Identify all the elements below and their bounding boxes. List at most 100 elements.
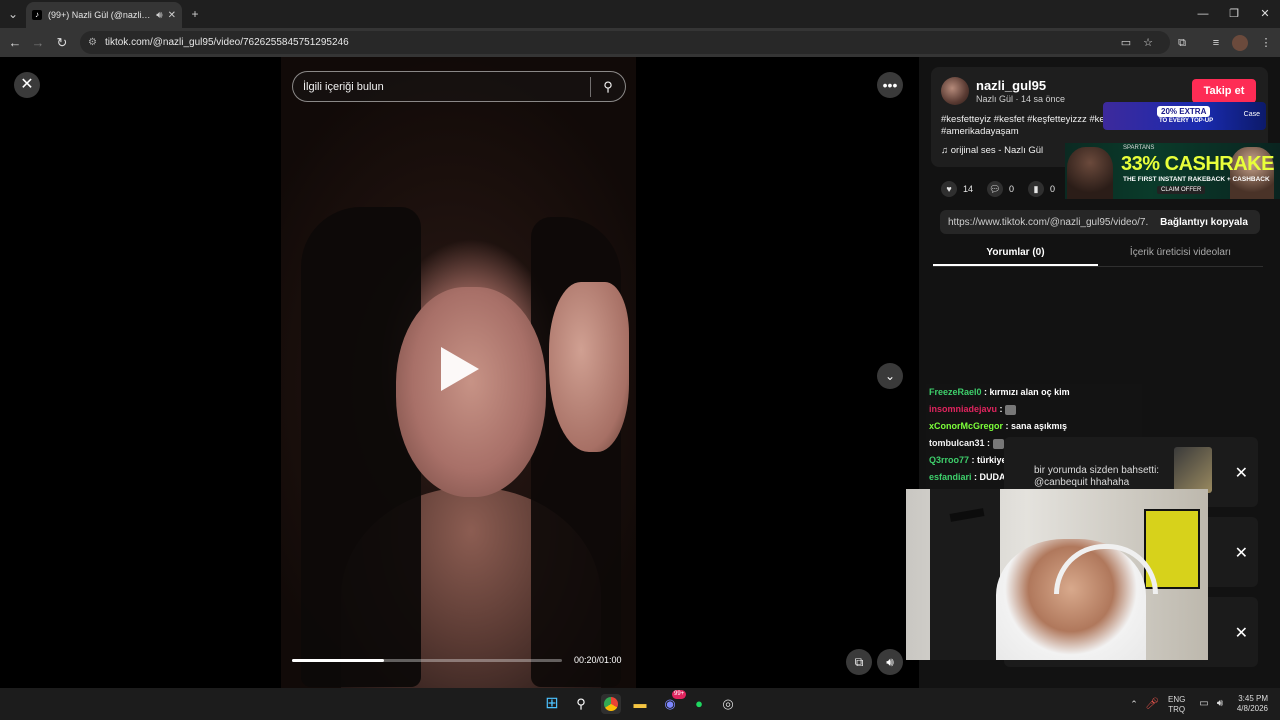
chat-username: xConorMcGregor (929, 421, 1004, 431)
play-icon[interactable] (441, 347, 479, 391)
app-icon[interactable]: ◎ (718, 694, 738, 714)
tab-title: (99+) Nazli Gül (@nazli_gul95 (48, 10, 152, 20)
music-row[interactable]: ♫ orijinal ses - Nazlı Gül (941, 145, 1043, 156)
discord-badge: 99+ (672, 690, 687, 699)
ad2-button[interactable]: CLAIM OFFER (1157, 186, 1206, 194)
chat-emote-icon (992, 438, 1004, 449)
tiktok-favicon-icon: ♪ (32, 10, 42, 20)
browser-toolbar: ← → ↻ ⚙︎ tiktok.com/@nazli_gul95/video/7… (0, 28, 1280, 57)
file-explorer-icon[interactable]: ▬ (630, 694, 650, 714)
ad2-headline: 33% CASHRAKE (1121, 153, 1274, 175)
tab-creator-videos[interactable]: İçerik üreticisi videoları (1098, 243, 1263, 266)
chat-message: FreezeRael0 : kırmızı alan oç kim (926, 384, 1142, 401)
new-tab-icon[interactable]: + (186, 5, 204, 23)
language-indicator[interactable]: ENG TRQ (1168, 695, 1185, 715)
microphone-icon[interactable]: 🎤︎ (1142, 694, 1162, 714)
search-bar[interactable]: İlgili içeriği bulun ⚲ (292, 71, 626, 102)
bookmark-star-icon[interactable]: ☆ (1140, 35, 1156, 51)
tab-close-icon[interactable]: ✕ (168, 10, 176, 21)
url-text: tiktok.com/@nazli_gul95/video/7626255845… (104, 37, 349, 48)
chat-username: esfandiari (929, 472, 972, 482)
windows-start-icon[interactable]: ⊞ (542, 694, 562, 714)
notification-line-2: @canbequit hhahaha (1034, 477, 1130, 488)
ad-banner-case[interactable]: 20% EXTRA TO EVERY TOP-UP Case (1103, 102, 1266, 130)
minimize-icon[interactable]: — (1188, 4, 1218, 24)
reload-icon[interactable]: ↻ (52, 33, 72, 53)
clock[interactable]: 3:45 PM 4/8/2026 (1230, 694, 1268, 714)
ad2-subline: THE FIRST INSTANT RAKEBACK + CASHBACK (1123, 176, 1270, 183)
browser-tab[interactable]: ♪ (99+) Nazli Gül (@nazli_gul95 🔊︎ ✕ (26, 2, 182, 28)
chat-username: Q3rroo77 (929, 455, 970, 465)
address-bar[interactable]: ⚙︎ tiktok.com/@nazli_gul95/video/7626255… (80, 31, 1170, 54)
close-video-button[interactable]: ✕ (14, 72, 40, 98)
progress-fill (292, 659, 384, 662)
volume-icon[interactable]: 🔊︎ (877, 649, 903, 675)
search-input[interactable]: İlgili içeriği bulun (303, 81, 590, 93)
search-icon[interactable]: ⚲ (591, 79, 625, 95)
bookmark-icon[interactable]: ▮ (1028, 181, 1045, 197)
forward-icon[interactable]: → (28, 33, 48, 53)
notification-line-1: bir yorumda sizden bahsetti: (1034, 465, 1160, 476)
chat-username: tombulcan31 (929, 438, 985, 448)
language-1: ENG (1168, 695, 1186, 704)
comment-stat[interactable]: 💬︎ 0 (987, 181, 1014, 197)
restore-icon[interactable]: ❐ (1219, 4, 1249, 24)
speaker-icon[interactable]: 🔊︎ (156, 10, 162, 21)
video-progress-bar[interactable] (292, 659, 562, 662)
post-subline: Nazlı Gül · 14 sa önce (976, 94, 1066, 104)
ad1-sub: TO EVERY TOP-UP (1159, 118, 1214, 124)
tab-comments[interactable]: Yorumlar (0) (933, 243, 1098, 266)
discord-icon[interactable]: ◉ 99+ (660, 690, 687, 714)
comment-count: 0 (1009, 184, 1015, 194)
clock-date: 4/8/2026 (1236, 704, 1268, 713)
chat-text: : (984, 438, 993, 448)
volume-icon[interactable]: 🔊︎ (1210, 694, 1230, 714)
notification-close-icon[interactable]: ✕ (1235, 623, 1248, 643)
ad-banner-spartans[interactable]: SPARTANS 33% CASHRAKE THE FIRST INSTANT … (1065, 143, 1280, 199)
comment-icon[interactable]: 💬︎ (987, 181, 1004, 197)
heart-icon[interactable]: ♥ (941, 181, 957, 197)
notification-thumbnail (1174, 447, 1212, 493)
username[interactable]: nazli_gul95 (976, 78, 1046, 93)
tab-search-icon[interactable]: ⌄ (4, 5, 22, 23)
more-options-icon[interactable]: ••• (877, 72, 903, 98)
chevron-down-icon[interactable]: ⌄ (877, 363, 903, 389)
chat-emote-icon (1005, 404, 1017, 415)
language-2: TRQ (1168, 705, 1186, 714)
video-frame-hair (301, 207, 421, 687)
music-label: orijinal ses - Nazlı Gül (950, 145, 1044, 156)
site-info-icon[interactable]: ⚙︎ (88, 37, 97, 48)
avatar[interactable] (941, 77, 969, 105)
window-close-icon[interactable]: ✕ (1250, 4, 1280, 24)
notification-close-icon[interactable]: ✕ (1235, 543, 1248, 563)
like-stat[interactable]: ♥ 14 (941, 181, 973, 197)
save-stat[interactable]: ▮ 0 (1028, 181, 1055, 197)
profile-avatar[interactable] (1232, 35, 1248, 51)
tray-chevron-icon[interactable]: ⌃ (1124, 694, 1144, 714)
menu-icon[interactable]: ⋮ (1258, 35, 1274, 51)
video-link[interactable]: https://www.tiktok.com/@nazli_gul95/vide… (940, 217, 1148, 228)
copy-link-button[interactable]: Bağlantıyı kopyala (1148, 217, 1260, 228)
chat-text: : kırmızı alan oç kim (981, 387, 1070, 397)
search-icon[interactable]: ⚲ (571, 694, 591, 714)
chat-text: : sana aşıkmış (1003, 421, 1068, 431)
stats-row: ♥ 14 💬︎ 0 ▮ 0 (941, 181, 1069, 197)
spotify-icon[interactable]: ● (689, 694, 709, 714)
media-icon[interactable]: ≡ (1208, 35, 1224, 51)
ad2-person-left (1067, 147, 1113, 199)
ad2-brand: SPARTANS (1123, 145, 1155, 151)
notification-close-icon[interactable]: ✕ (1235, 463, 1248, 483)
follow-button[interactable]: Takip et (1192, 79, 1256, 103)
webcam-overlay (906, 489, 1208, 660)
cast-icon[interactable]: ▭ (1118, 35, 1134, 51)
pip-icon[interactable]: ⧉ (846, 649, 872, 675)
extensions-icon[interactable]: ⧉ (1174, 35, 1190, 51)
notification-text: bir yorumda sizden bahsetti: @canbequit … (1034, 465, 1159, 489)
chrome-icon[interactable] (601, 694, 621, 714)
chat-message: xConorMcGregor : sana aşıkmış (926, 418, 1142, 435)
back-icon[interactable]: ← (5, 33, 25, 53)
chat-text: : (997, 404, 1006, 414)
video-player[interactable] (281, 57, 636, 688)
chat-username: insomniadejavu (929, 404, 998, 414)
music-note-icon: ♫ (941, 145, 951, 156)
